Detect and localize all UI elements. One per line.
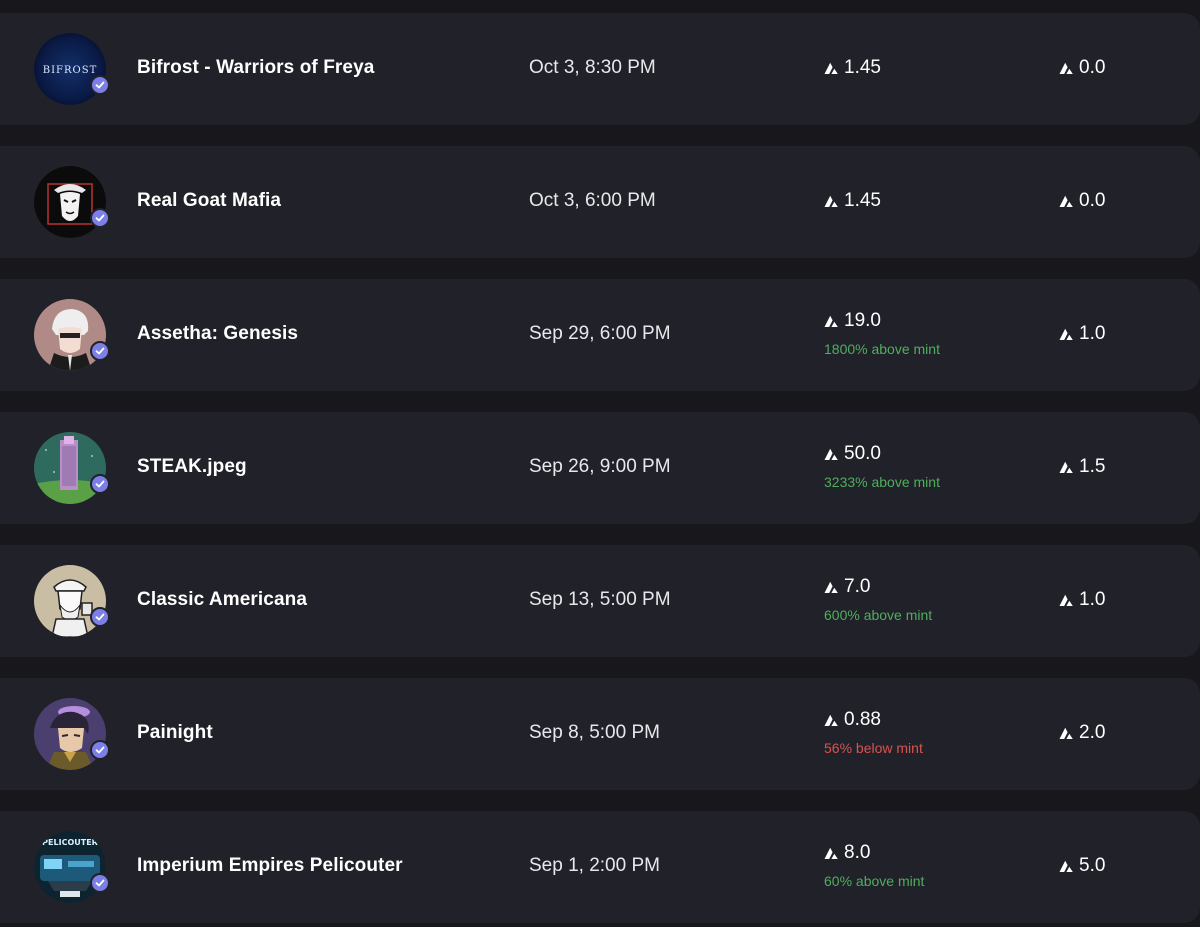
collection-row[interactable]: Real Goat Mafia Oct 3, 6:00 PM 1.45 0.0 (0, 146, 1200, 258)
floor-price-value: 1.0 (1079, 323, 1106, 344)
mint-date: Oct 3, 8:30 PM (529, 57, 656, 78)
avax-icon (1059, 594, 1074, 607)
collection-name: Painight (137, 722, 213, 743)
floor-price-value: 0.0 (1079, 57, 1106, 78)
floor-price-value: 1.0 (1079, 589, 1106, 610)
floor-price: 5.0 (1059, 855, 1105, 877)
avax-icon (1059, 461, 1074, 474)
mint-price-value: 1.45 (844, 190, 881, 211)
mint-price-value: 50.0 (844, 443, 881, 464)
avax-icon (824, 448, 839, 461)
floor-price-value: 0.0 (1079, 190, 1106, 211)
verified-check-icon (90, 75, 110, 95)
mint-date: Oct 3, 6:00 PM (529, 190, 656, 211)
collection-name: STEAK.jpeg (137, 456, 247, 477)
verified-check-icon (90, 341, 110, 361)
avax-icon (1059, 195, 1074, 208)
collection-name: Imperium Empires Pelicouter (137, 855, 403, 876)
verified-check-icon (90, 474, 110, 494)
mint-price-value: 1.45 (844, 57, 881, 78)
avax-icon (1059, 62, 1074, 75)
floor-price: 1.0 (1059, 323, 1105, 345)
avax-icon (824, 315, 839, 328)
mint-price-value: 19.0 (844, 310, 881, 331)
mint-date: Sep 26, 9:00 PM (529, 456, 671, 477)
floor-price-value: 5.0 (1079, 855, 1106, 876)
avax-icon (824, 195, 839, 208)
mint-price: 8.0 (824, 842, 870, 864)
mint-delta: 1800% above mint (824, 341, 940, 357)
avax-icon (824, 714, 839, 727)
avatar-logo-text: BIFROST (43, 65, 98, 76)
floor-price: 2.0 (1059, 722, 1105, 744)
mint-price: 7.0 (824, 576, 870, 598)
mint-date: Sep 1, 2:00 PM (529, 855, 660, 876)
floor-price-value: 1.5 (1079, 456, 1106, 477)
collection-name: Real Goat Mafia (137, 190, 282, 211)
mint-price: 50.0 (824, 443, 881, 465)
floor-price: 1.5 (1059, 456, 1105, 478)
mint-price-value: 0.88 (844, 709, 881, 730)
mint-price-value: 8.0 (844, 842, 871, 863)
mint-delta: 60% above mint (824, 873, 925, 889)
mint-delta: 600% above mint (824, 607, 933, 623)
mint-price: 1.45 (824, 190, 881, 212)
collection-name: Classic Americana (137, 589, 307, 610)
verified-check-icon (90, 607, 110, 627)
mint-price: 19.0 (824, 310, 881, 332)
collection-row[interactable]: STEAK.jpeg Sep 26, 9:00 PM 50.0 3233% ab… (0, 412, 1200, 524)
mint-date: Sep 29, 6:00 PM (529, 323, 671, 344)
floor-price: 0.0 (1059, 57, 1105, 79)
collection-row[interactable]: Classic Americana Sep 13, 5:00 PM 7.0 60… (0, 545, 1200, 657)
collection-name: Bifrost - Warriors of Freya (137, 57, 375, 78)
avax-icon (1059, 328, 1074, 341)
mint-date: Sep 8, 5:00 PM (529, 722, 660, 743)
avax-icon (1059, 727, 1074, 740)
mint-price-value: 7.0 (844, 576, 871, 597)
avatar-logo-text: PELICOUTER (42, 838, 98, 847)
collection-name: Assetha: Genesis (137, 323, 299, 344)
verified-check-icon (90, 740, 110, 760)
floor-price: 0.0 (1059, 190, 1105, 212)
verified-check-icon (90, 873, 110, 893)
avax-icon (824, 62, 839, 75)
collection-row[interactable]: PELICOUTER Imperium Empires Pelicouter S… (0, 811, 1200, 923)
mint-date: Sep 13, 5:00 PM (529, 589, 671, 610)
avax-icon (824, 581, 839, 594)
floor-price: 1.0 (1059, 589, 1105, 611)
avax-icon (824, 847, 839, 860)
verified-check-icon (90, 208, 110, 228)
collection-row[interactable]: Painight Sep 8, 5:00 PM 0.88 56% below m… (0, 678, 1200, 790)
mint-delta: 56% below mint (824, 740, 923, 756)
mint-price: 1.45 (824, 57, 881, 79)
mint-price: 0.88 (824, 709, 881, 731)
mint-delta: 3233% above mint (824, 474, 940, 490)
collections-list: BIFROST Bifrost - Warriors of Freya Oct … (0, 0, 1200, 927)
avax-icon (1059, 860, 1074, 873)
collection-row[interactable]: BIFROST Bifrost - Warriors of Freya Oct … (0, 13, 1200, 125)
collection-row[interactable]: Assetha: Genesis Sep 29, 6:00 PM 19.0 18… (0, 279, 1200, 391)
floor-price-value: 2.0 (1079, 722, 1106, 743)
